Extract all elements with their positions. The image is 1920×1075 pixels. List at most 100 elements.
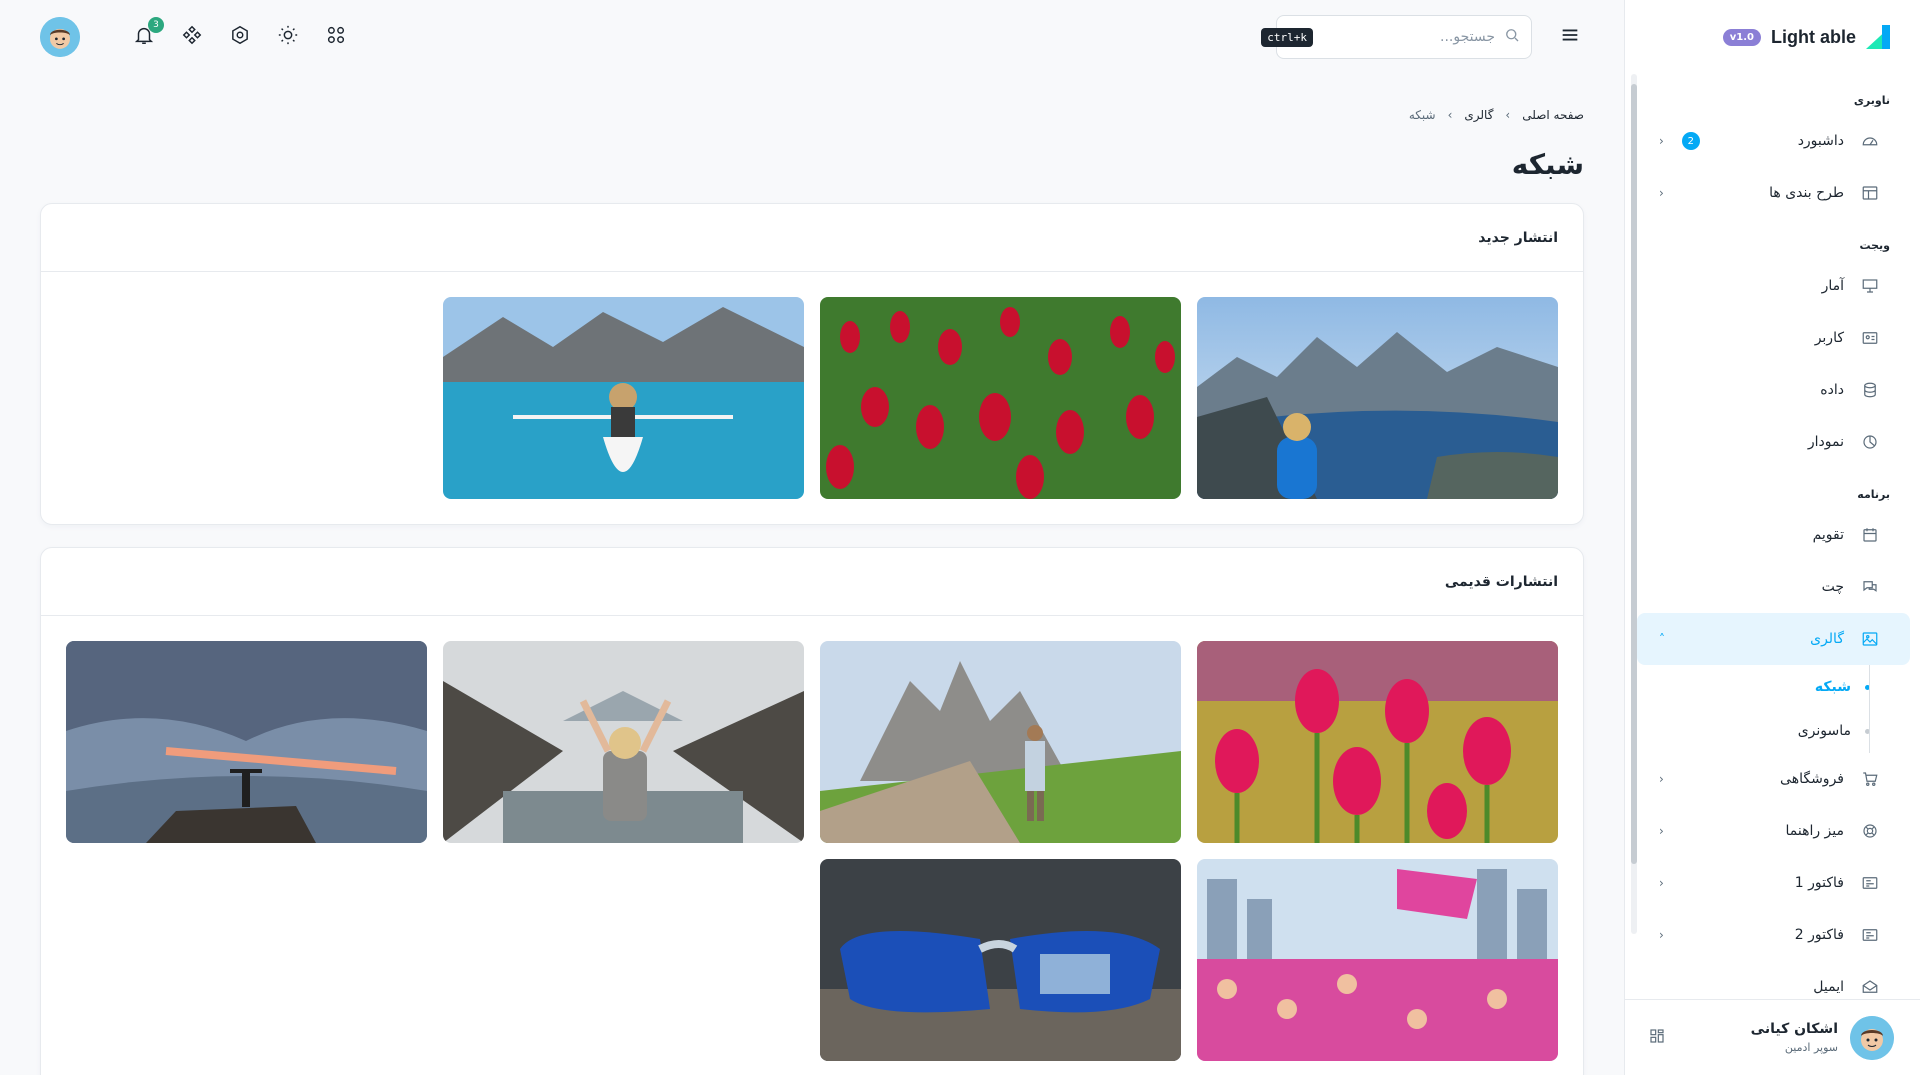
pie-chart-icon xyxy=(1860,432,1880,452)
search-icon xyxy=(1503,26,1521,48)
sun-icon xyxy=(277,24,299,50)
gauge-icon xyxy=(1860,131,1880,151)
gallery-image-cliff-sunset[interactable] xyxy=(66,641,427,843)
gallery-image-pink-tulips[interactable] xyxy=(1197,641,1558,843)
sidebar-item-label: میز راهنما xyxy=(1785,823,1844,839)
gallery-image-dolomites-hiker[interactable] xyxy=(820,641,1181,843)
sidebar-menu: ناوبری داشبورد 2 ‹ طرح بندی ها ‹ ویجت آم… xyxy=(1637,74,1920,999)
sidebar-header: Light able v1.0 xyxy=(1625,0,1920,74)
sidebar-item-label: تقویم xyxy=(1812,527,1844,543)
sidebar: Light able v1.0 ناوبری داشبورد 2 ‹ طرح ب… xyxy=(1624,0,1920,1075)
sidebar-item-label: گالری xyxy=(1810,631,1844,647)
page-title: شبکه xyxy=(1511,148,1584,181)
card-title: انتشار جدید xyxy=(41,204,1583,272)
sidebar-item-stats[interactable]: آمار xyxy=(1637,260,1910,312)
sidebar-item-invoice2[interactable]: فاکتور 2 ‹ xyxy=(1637,909,1910,961)
sidebar-item-label: فاکتور 2 xyxy=(1794,927,1844,943)
notification-badge: 3 xyxy=(148,17,164,33)
search-input[interactable] xyxy=(1321,29,1495,45)
chevron-left-icon: › xyxy=(1505,108,1511,122)
top-header: 3 ctrl+k xyxy=(0,0,1624,74)
sidebar-item-data[interactable]: داده xyxy=(1637,364,1910,416)
user-role: سوپر ادمین xyxy=(1784,1041,1838,1054)
lifebuoy-icon xyxy=(1860,821,1880,841)
user-card-icon xyxy=(1860,328,1880,348)
bullet-icon xyxy=(1865,684,1870,690)
calendar-icon xyxy=(1860,525,1880,545)
invoice-icon xyxy=(1860,873,1880,893)
section-caption-nav: ناوبری xyxy=(1853,94,1890,107)
gallery-image-sunglasses[interactable] xyxy=(820,859,1181,1061)
header-avatar[interactable] xyxy=(40,17,80,57)
sidebar-item-chat[interactable]: چت xyxy=(1637,561,1910,613)
chevron-left-icon: ‹ xyxy=(1659,186,1664,200)
gallery-image-fjord-hiker[interactable] xyxy=(1197,297,1558,499)
section-caption-apps: برنامه xyxy=(1857,488,1890,501)
sidebar-item-label: آمار xyxy=(1821,278,1844,294)
avatar[interactable] xyxy=(1850,1015,1894,1060)
header-actions: 3 xyxy=(40,17,350,57)
breadcrumb-current: شبکه xyxy=(1408,108,1436,122)
settings-grid-icon[interactable] xyxy=(1649,1028,1665,1048)
user-name: اشکان کیانی xyxy=(1750,1021,1838,1037)
breadcrumb: صفحه اصلی › گالری › شبکه xyxy=(40,108,1584,122)
sidebar-subitem-grid[interactable]: شبکه xyxy=(1637,665,1870,709)
chevron-left-icon: ‹ xyxy=(1659,772,1664,786)
apps-grid-icon xyxy=(325,24,347,50)
gallery-submenu: شبکه ماسونری xyxy=(1637,665,1920,753)
sidebar-item-dashboard[interactable]: داشبورد 2 ‹ xyxy=(1637,115,1910,167)
sidebar-item-label: ایمیل xyxy=(1813,979,1844,995)
database-icon xyxy=(1860,380,1880,400)
menu-toggle-button[interactable] xyxy=(1556,23,1584,51)
shortcut-hint: ctrl+k xyxy=(1261,27,1313,47)
gear-icon xyxy=(229,24,251,50)
sidebar-item-shop[interactable]: فروشگاهی ‹ xyxy=(1637,753,1910,805)
hamburger-icon xyxy=(1559,24,1581,50)
gallery-grid xyxy=(41,616,1583,1075)
breadcrumb-gallery[interactable]: گالری xyxy=(1464,108,1493,122)
search-box: ctrl+k xyxy=(1261,15,1532,59)
notification-button[interactable]: 3 xyxy=(130,17,164,51)
apps-diamond-button[interactable] xyxy=(178,23,206,51)
gallery-image-red-tulips[interactable] xyxy=(820,297,1181,499)
old-posts-card: انتشارات قدیمی xyxy=(40,547,1584,1075)
sidebar-item-label: فروشگاهی xyxy=(1780,771,1844,787)
sidebar-item-helpdesk[interactable]: میز راهنما ‹ xyxy=(1637,805,1910,857)
chevron-left-icon: › xyxy=(1447,108,1453,122)
header-search-area: ctrl+k xyxy=(1261,15,1584,59)
new-posts-card: انتشار جدید xyxy=(40,203,1584,525)
sidebar-item-label: چت xyxy=(1821,579,1844,595)
sidebar-item-label: داشبورد xyxy=(1797,133,1844,149)
theme-toggle-button[interactable] xyxy=(274,23,302,51)
chevron-up-icon: ˄ xyxy=(1659,632,1665,646)
brand-name: Light able xyxy=(1771,26,1856,47)
apps-button[interactable] xyxy=(322,23,350,51)
chat-icon xyxy=(1860,577,1880,597)
cart-icon xyxy=(1860,769,1880,789)
section-caption-widget: ویجت xyxy=(1859,239,1890,252)
sidebar-user: اشکان کیانی سوپر ادمین xyxy=(1625,999,1920,1075)
version-badge: v1.0 xyxy=(1722,28,1761,46)
sidebar-item-email[interactable]: ایمیل xyxy=(1637,961,1910,999)
gallery-image-pink-crowd[interactable] xyxy=(1197,859,1558,1061)
subitem-label: شبکه xyxy=(1814,679,1851,695)
sidebar-item-invoice1[interactable]: فاکتور 1 ‹ xyxy=(1637,857,1910,909)
bullet-icon xyxy=(1865,728,1870,734)
sidebar-item-calendar[interactable]: تقویم xyxy=(1637,509,1910,561)
sidebar-item-gallery[interactable]: گالری ˄ xyxy=(1637,613,1910,665)
sidebar-item-label: فاکتور 1 xyxy=(1794,875,1844,891)
sidebar-item-layouts[interactable]: طرح بندی ها ‹ xyxy=(1637,167,1910,219)
chevron-left-icon: ‹ xyxy=(1659,824,1664,838)
gallery-grid xyxy=(41,272,1583,524)
settings-button[interactable] xyxy=(226,23,254,51)
gallery-image-kayak-lake[interactable] xyxy=(443,297,804,499)
subitem-label: ماسونری xyxy=(1797,723,1851,739)
gallery-image-lake-cheering[interactable] xyxy=(443,641,804,843)
chevron-left-icon: ‹ xyxy=(1659,928,1664,942)
sidebar-item-user[interactable]: کاربر xyxy=(1637,312,1910,364)
sidebar-item-chart[interactable]: نمودار xyxy=(1637,416,1910,468)
sidebar-subitem-masonry[interactable]: ماسونری xyxy=(1637,709,1870,753)
sidebar-item-label: نمودار xyxy=(1807,434,1844,450)
invoice-icon xyxy=(1860,925,1880,945)
breadcrumb-home[interactable]: صفحه اصلی xyxy=(1522,108,1584,122)
